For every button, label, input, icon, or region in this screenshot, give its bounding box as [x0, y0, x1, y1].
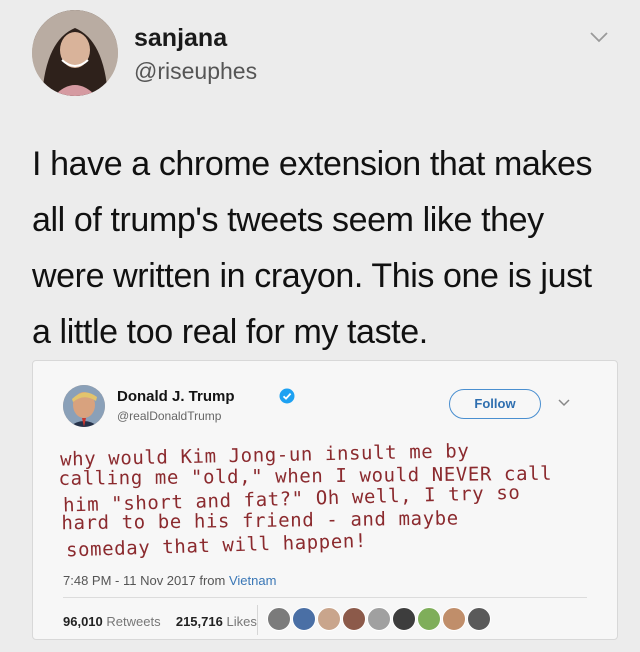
verified-badge-icon	[279, 388, 295, 404]
engagement-stats: 96,010 Retweets 215,716 Likes	[63, 614, 257, 629]
timestamp-text[interactable]: 7:48 PM - 11 Nov 2017	[63, 573, 196, 588]
chevron-down-icon[interactable]	[588, 26, 610, 48]
tweet-location[interactable]: Vietnam	[229, 573, 276, 588]
liker-avatar[interactable]	[417, 607, 441, 631]
liker-avatar[interactable]	[392, 607, 416, 631]
divider	[63, 597, 587, 598]
embedded-user-handle[interactable]: @realDonaldTrump	[117, 409, 221, 423]
outer-tweet: sanjana @riseuphes I have a chrome exten…	[0, 0, 640, 652]
likes-count[interactable]: 215,716	[176, 614, 223, 629]
crayon-tweet-text: why would Kim Jong-un insult me by calli…	[58, 437, 602, 561]
follow-button[interactable]: Follow	[449, 389, 541, 419]
user-name[interactable]: sanjana	[134, 24, 227, 53]
liker-avatar[interactable]	[342, 607, 366, 631]
likes-label[interactable]: Likes	[226, 614, 256, 629]
liker-avatar[interactable]	[442, 607, 466, 631]
tweet-timestamp[interactable]: 7:48 PM - 11 Nov 2017 from Vietnam	[63, 573, 276, 588]
embedded-user-name[interactable]: Donald J. Trump	[117, 388, 235, 405]
liker-avatar[interactable]	[267, 607, 291, 631]
avatar[interactable]	[32, 10, 118, 96]
liker-avatar[interactable]	[367, 607, 391, 631]
liker-avatar[interactable]	[317, 607, 341, 631]
tweet-text: I have a chrome extension that makes all…	[32, 145, 593, 351]
timestamp-from: from	[199, 573, 226, 588]
embedded-avatar[interactable]	[63, 385, 105, 427]
retweets-label[interactable]: Retweets	[106, 614, 160, 629]
divider	[257, 605, 258, 635]
liker-avatar[interactable]	[467, 607, 491, 631]
liker-avatar[interactable]	[292, 607, 316, 631]
retweets-count[interactable]: 96,010	[63, 614, 103, 629]
embedded-tweet-card[interactable]: Donald J. Trump @realDonaldTrump Follow …	[32, 360, 618, 640]
chevron-down-icon[interactable]	[557, 395, 571, 409]
user-handle[interactable]: @riseuphes	[134, 58, 257, 85]
